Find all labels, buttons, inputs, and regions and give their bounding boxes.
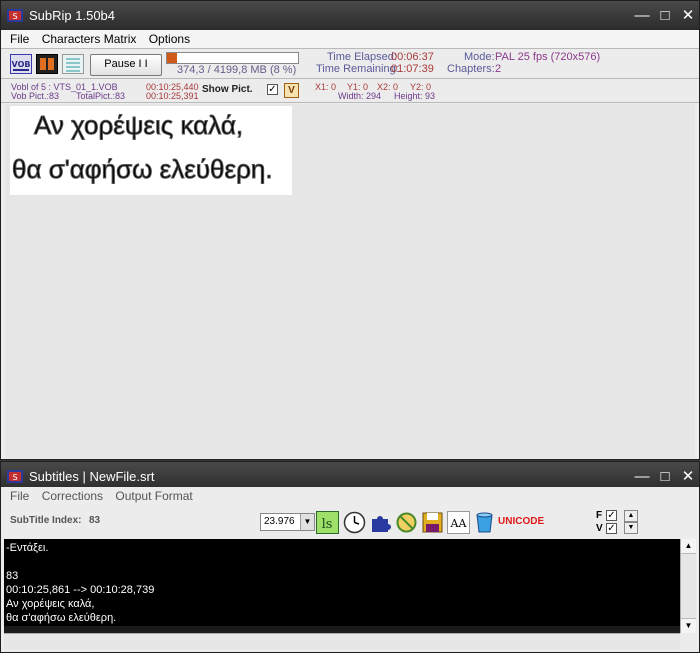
maximize-button[interactable]: □ [655,7,675,25]
ls-icon: ls [322,517,333,532]
subtitle-index-value: 83 [89,515,101,526]
v-button[interactable]: V [284,83,299,98]
fps-value: 23.976 [264,516,295,527]
subtitles-window-title: Subtitles | NewFile.srt [29,469,155,484]
main-menubar: File Characters Matrix Options [1,30,699,48]
menu-characters-matrix[interactable]: Characters Matrix [42,30,137,48]
v-checkbox[interactable]: ✓ [606,523,617,534]
text-line: -Εντάξει. [6,542,49,554]
text-cursor-line [4,626,680,633]
grid-icon [66,58,80,72]
minimize-button[interactable]: — [632,7,652,25]
separator [1,102,699,103]
vertical-scrollbar[interactable]: ▲ ▼ [680,539,696,633]
chapters-value: 2 [495,63,502,75]
v-label: V [596,523,603,534]
timing-button[interactable] [343,511,366,534]
save-button[interactable] [421,511,444,534]
puzzle-icon [372,516,391,532]
puzzle-button[interactable] [369,511,392,534]
text-line: 83 [6,570,19,582]
subtitle-text-area[interactable]: -Εντάξει. 83 00:10:25,861 --> 00:10:28,7… [4,539,680,633]
mode-label: Mode: [464,51,495,63]
vob-pict-info: Vob Pict.:83 [11,91,60,101]
floppy-icon [422,512,443,533]
scroll-up-icon[interactable]: ▲ [681,539,696,554]
minimize-button[interactable]: — [632,468,652,486]
text-line: θα σ'αφήσω ελεύθερη. [6,612,117,624]
unicode-label[interactable]: UNICODE [498,516,544,527]
close-button[interactable]: ✕ [678,468,698,486]
f-label: F [596,510,603,521]
show-pict-checkbox[interactable]: ✓ [267,84,278,95]
total-pict-info: TotalPict.:83 [76,91,126,101]
horizontal-scrollbar[interactable] [4,633,680,649]
separator [1,78,699,79]
app-icon: S [7,470,23,483]
up-arrow-button[interactable]: ▲ [624,510,638,522]
width-value: Width: 294 [338,91,382,101]
vob-open-button[interactable]: VOB [10,54,32,74]
svg-text:S: S [12,473,17,482]
app-icon: S [7,9,23,22]
menu-output-format[interactable]: Output Format [115,487,192,505]
down-arrow-button[interactable]: ▼ [624,522,638,534]
subtitle-image-line-1: Αν χορέψεις καλά, [33,110,244,141]
chevron-down-icon: ▼ [300,514,314,530]
scroll-down-icon[interactable]: ▼ [681,618,696,633]
svg-text:VOB: VOB [12,60,31,69]
menu-file[interactable]: File [10,487,29,505]
no-sign-button[interactable] [395,511,418,534]
x1-value: X1: 0 [315,82,337,92]
height-value: Height: 93 [394,91,436,101]
window-title: SubRip 1.50b4 [29,8,116,23]
subtitle-image: Αν χορέψεις καλά, θα σ'αφήσω ελεύθερη. [10,106,292,195]
text-line: 00:10:25,861 --> 00:10:28,739 [6,584,155,596]
prohibit-icon [396,512,417,533]
subrip-main-window: S SubRip 1.50b4 — □ ✕ File Characters Ma… [0,0,700,460]
svg-text:ls: ls [322,517,333,532]
main-titlebar[interactable]: S SubRip 1.50b4 — □ ✕ [1,1,699,31]
recycle-bin-button[interactable] [473,511,496,534]
separator [1,48,699,49]
font-button[interactable]: AA [447,511,470,534]
svg-text:S: S [12,12,17,21]
recycle-bin-icon [476,512,493,533]
font-icon: AA [450,517,468,530]
vob-icon: VOB [12,60,31,71]
pause-button[interactable]: Pause I I [90,54,162,76]
matrix-button[interactable] [62,54,84,74]
subtitles-window: S Subtitles | NewFile.srt — □ ✕ File Cor… [0,461,700,653]
subtitle-image-line-2: θα σ'αφήσω ελεύθερη. [12,154,274,185]
film-strip-button[interactable] [36,54,58,74]
time-remaining-label: Time Remaining: [316,63,399,75]
subtitle-index-label: SubTitle Index: [10,515,82,526]
time-code-2: 00:10:25,391 [146,91,199,101]
menu-corrections[interactable]: Corrections [42,487,103,505]
close-button[interactable]: ✕ [678,7,698,25]
menu-options[interactable]: Options [149,30,190,48]
menu-file[interactable]: File [10,30,29,48]
clock-icon [343,511,366,534]
picture-area: Αν χορέψεις καλά, θα σ'αφήσω ελεύθερη. [5,104,695,458]
text-line: Αν χορέψεις καλά, [6,598,95,610]
mode-value: PAL 25 fps (720x576) [495,51,601,63]
time-remaining-value: 01:07:39 [391,63,434,75]
fps-select[interactable]: 23.976 ▼ [260,513,315,531]
chapters-label: Chapters: [447,63,495,75]
progress-bar [166,52,299,64]
film-strip-icon [40,58,54,70]
progress-text: 374,3 / 4199,8 MB (8 %) [177,64,297,76]
maximize-button[interactable]: □ [655,468,675,486]
time-elapsed-label: Time Elapsed: [327,51,397,63]
show-pict-label: Show Pict. [202,84,253,95]
progress-fill [167,53,178,63]
ls-button[interactable]: ls [316,511,339,534]
f-checkbox[interactable]: ✓ [606,510,617,521]
subtitles-menubar: File Corrections Output Format [1,487,699,505]
time-elapsed-value: 00:06:37 [391,51,434,63]
svg-text:AA: AA [450,517,468,530]
